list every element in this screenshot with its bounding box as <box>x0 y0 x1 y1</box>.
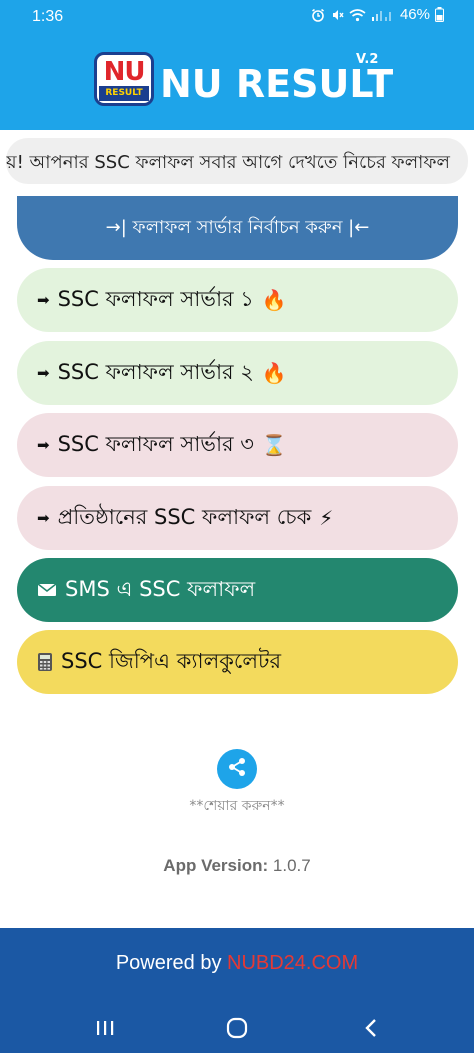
button-label: SSC ফলাফল সার্ভার ৩ <box>57 431 254 456</box>
hourglass-icon: ⌛ <box>261 433 287 457</box>
arrow-right-icon: ➡ <box>37 509 50 527</box>
ssc-result-server-1-button[interactable]: ➡ SSC ফলাফল সার্ভার ১ 🔥 <box>17 268 458 332</box>
powered-by: Powered by NUBD24.COM <box>0 952 474 975</box>
home-icon[interactable] <box>222 1015 252 1041</box>
arrow-right-icon: ➡ <box>37 364 50 382</box>
ssc-result-server-3-button[interactable]: ➡ SSC ফলাফল সার্ভার ৩ ⌛ <box>17 413 458 477</box>
marquee-text: য়! আপনার SSC ফলাফল সবার আগে দেখতে নিচের… <box>6 152 450 173</box>
app-header-background: 1:36 46% NU RESULT NU RESULT V.2 <box>0 0 474 130</box>
battery-percent: 46% <box>399 6 430 23</box>
app-logo: NU RESULT <box>94 52 154 106</box>
fire-icon: 🔥 <box>261 288 287 312</box>
powered-by-text: Powered by <box>115 952 222 974</box>
share-button[interactable] <box>217 749 257 789</box>
button-label: SMS এ SSC ফলাফল <box>65 576 256 601</box>
app-title: NU RESULT <box>160 62 394 106</box>
logo-text-nu: NU <box>103 57 146 87</box>
status-bar: 1:36 46% <box>0 0 474 36</box>
website-link[interactable]: NUBD24.COM <box>227 952 358 974</box>
button-label: SSC ফলাফল সার্ভার ২ <box>57 359 254 384</box>
button-label: SSC জিপিএ ক্যালকুলেটর <box>61 648 281 673</box>
app-header: NU RESULT NU RESULT V.2 <box>0 48 474 118</box>
ssc-result-server-2-button[interactable]: ➡ SSC ফলাফল সার্ভার ২ 🔥 <box>17 341 458 405</box>
share-label: **শেয়ার করুন** <box>189 798 285 814</box>
sms-result-button[interactable]: SMS এ SSC ফলাফল <box>17 558 458 622</box>
app-version-label: App Version: <box>163 856 269 875</box>
button-label: SSC ফলাফল সার্ভার ১ <box>57 286 254 311</box>
footer: Powered by NUBD24.COM <box>0 928 474 1003</box>
alarm-icon <box>311 8 325 22</box>
battery-icon <box>435 7 444 22</box>
status-icons: 46% <box>311 6 444 23</box>
lightning-icon: ⚡ <box>319 506 334 530</box>
status-time: 1:36 <box>32 8 64 25</box>
button-label: প্রতিষ্ঠানের SSC ফলাফল চেক <box>57 504 312 529</box>
envelope-icon <box>37 582 57 598</box>
server-select-header: →| ফলাফল সার্ভার নির্বাচন করুন |← <box>17 196 458 260</box>
calculator-icon <box>37 652 53 672</box>
version-tag: V.2 <box>356 52 379 67</box>
signal-icon <box>371 8 395 22</box>
notice-marquee: য়! আপনার SSC ফলাফল সবার আগে দেখতে নিচের… <box>6 138 468 184</box>
gpa-calculator-button[interactable]: SSC জিপিএ ক্যালকুলেটর <box>17 630 458 694</box>
app-version-value: 1.0.7 <box>272 856 311 875</box>
app-version: App Version: 1.0.7 <box>0 856 474 876</box>
arrow-right-icon: ➡ <box>37 291 50 309</box>
arrow-right-icon: ➡ <box>37 436 50 454</box>
fire-icon: 🔥 <box>261 361 287 385</box>
wifi-icon <box>349 8 366 22</box>
logo-text-result: RESULT <box>99 86 149 101</box>
recent-apps-icon[interactable] <box>90 1015 120 1041</box>
back-icon[interactable] <box>356 1015 386 1041</box>
navigation-bar <box>0 1003 474 1053</box>
mute-icon <box>330 8 344 22</box>
share-icon <box>226 756 248 782</box>
institution-result-check-button[interactable]: ➡ প্রতিষ্ঠানের SSC ফলাফল চেক ⚡ <box>17 486 458 550</box>
